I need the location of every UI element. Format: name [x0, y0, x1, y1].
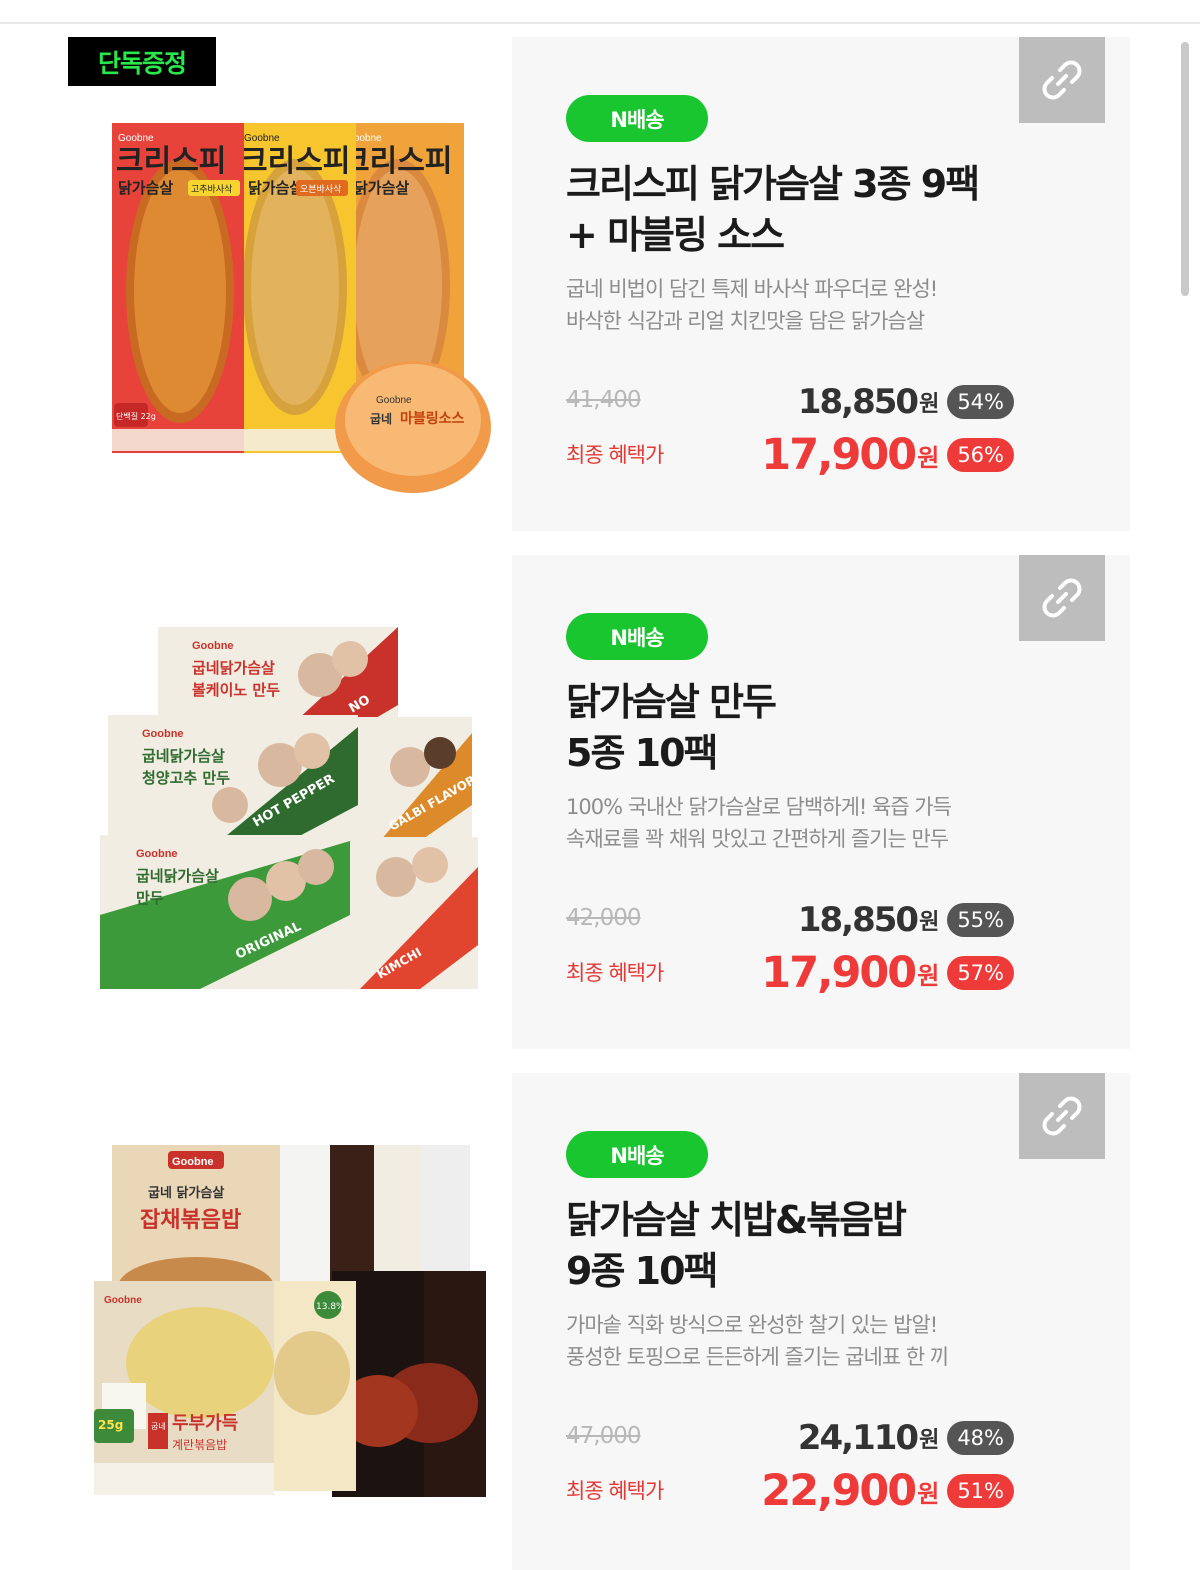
currency-unit: 원	[917, 443, 940, 472]
final-price-row: 17,900 원 56%	[761, 429, 1014, 481]
svg-text:닭가슴살: 닭가슴살	[248, 179, 303, 197]
desc-line: 가마솥 직화 방식으로 완성한 찰기 있는 밥알!	[566, 1313, 938, 1337]
top-divider	[0, 22, 1200, 24]
product-card[interactable]: 단독증정 Goobne 크리스피 닭가슴살 Goobne 크리스피 닭가슴살 오…	[0, 37, 1200, 531]
title-line: 9종 10팩	[566, 1249, 718, 1293]
product-description: 굽네 비법이 담긴 특제 바사삭 파우더로 완성! 바삭한 식감과 리얼 치킨맛…	[566, 273, 1086, 337]
product-image-crispy-chicken[interactable]: Goobne 크리스피 닭가슴살 Goobne 크리스피 닭가슴살 오븐바사삭 …	[80, 37, 510, 531]
final-price-label: 최종 혜택가	[566, 961, 664, 985]
currency-unit: 원	[917, 961, 940, 990]
svg-text:고추바사삭: 고추바사삭	[191, 184, 232, 195]
product-card[interactable]: Goobne 굽네닭가슴살 볼케이노 만두 NO GALBI FLAVOR Go…	[0, 555, 1200, 1049]
svg-text:굽네 닭가슴살: 굽네 닭가슴살	[148, 1185, 224, 1201]
product-image-chicken-dumplings[interactable]: Goobne 굽네닭가슴살 볼케이노 만두 NO GALBI FLAVOR Go…	[80, 555, 510, 1049]
final-price-row: 17,900 원 57%	[761, 947, 1014, 999]
svg-text:Goobne: Goobne	[118, 133, 154, 144]
svg-text:굽네: 굽네	[370, 411, 392, 426]
desc-line: 풍성한 토핑으로 든든하게 즐기는 굽네표 한 끼	[566, 1345, 949, 1369]
svg-text:Goobne: Goobne	[244, 133, 280, 144]
svg-text:오븐바사삭: 오븐바사삭	[300, 184, 341, 195]
svg-text:25g: 25g	[98, 1418, 123, 1432]
sale-price: 18,850	[797, 900, 919, 940]
sale-price: 24,110	[797, 1418, 919, 1458]
final-price: 17,900	[761, 948, 917, 998]
product-info-panel: N배송 닭가슴살 만두 5종 10팩 100% 국내산 닭가슴살로 담백하게! …	[512, 555, 1130, 1049]
svg-text:굽네닭가슴살: 굽네닭가슴살	[142, 747, 225, 765]
svg-text:볼케이노 만두: 볼케이노 만두	[192, 681, 280, 699]
svg-text:Goobne: Goobne	[142, 728, 184, 740]
sale-discount-badge: 48%	[947, 1421, 1014, 1455]
title-line: 5종 10팩	[566, 731, 718, 775]
desc-line: 바삭한 식감과 리얼 치킨맛을 담은 닭가슴살	[566, 309, 925, 333]
link-button[interactable]	[1019, 37, 1105, 123]
link-icon	[1042, 578, 1082, 618]
link-icon	[1042, 1096, 1082, 1136]
svg-text:굽네닭가슴살: 굽네닭가슴살	[192, 659, 275, 677]
title-line: 크리스피 닭가슴살 3종 9팩	[566, 162, 980, 206]
sale-discount-badge: 55%	[947, 903, 1014, 937]
sale-price-row: 18,850 원 54%	[798, 381, 1014, 423]
product-title[interactable]: 닭가슴살 치밥&볶음밥 9종 10팩	[566, 1195, 1086, 1297]
product-image-chicken-fried-rice[interactable]: Goobne 굽네 닭가슴살 잡채볶음밥 13.8% Goobne 25g 굽네…	[80, 1073, 510, 1567]
sale-price-row: 18,850 원 55%	[798, 899, 1014, 941]
svg-text:두부가득: 두부가득	[172, 1413, 238, 1434]
final-price-label: 최종 혜택가	[566, 1479, 664, 1503]
svg-text:Goobne: Goobne	[172, 1156, 214, 1168]
final-price-row: 22,900 원 51%	[761, 1465, 1014, 1517]
svg-text:Goobne: Goobne	[136, 848, 178, 860]
svg-text:Goobne: Goobne	[192, 640, 234, 652]
link-icon	[1042, 60, 1082, 100]
sale-discount-badge: 54%	[947, 385, 1014, 419]
final-price: 17,900	[761, 430, 917, 480]
svg-text:잡채볶음밥: 잡채볶음밥	[140, 1208, 241, 1233]
original-price: 47,000	[566, 1423, 641, 1449]
product-description: 100% 국내산 닭가슴살로 담백하게! 육즙 가득 속재료를 꽉 채워 맛있고…	[566, 791, 1086, 855]
currency-unit: 원	[917, 1479, 940, 1508]
svg-text:굽네닭가슴살: 굽네닭가슴살	[136, 867, 219, 885]
n-delivery-badge: N배송	[566, 1131, 708, 1178]
sale-price-row: 24,110 원 48%	[798, 1417, 1014, 1459]
product-title[interactable]: 크리스피 닭가슴살 3종 9팩 + 마블링 소스	[566, 159, 1086, 261]
svg-text:닭가슴살: 닭가슴살	[354, 179, 409, 197]
product-card[interactable]: Goobne 굽네 닭가슴살 잡채볶음밥 13.8% Goobne 25g 굽네…	[0, 1073, 1200, 1570]
n-delivery-badge: N배송	[566, 95, 708, 142]
currency-unit: 원	[919, 392, 940, 417]
title-line: 닭가슴살 만두	[566, 680, 777, 724]
title-line: 닭가슴살 치밥&볶음밥	[566, 1198, 907, 1242]
desc-line: 100% 국내산 닭가슴살로 담백하게! 육즙 가득	[566, 795, 952, 819]
svg-text:Goobne: Goobne	[104, 1295, 142, 1306]
original-price: 41,400	[566, 387, 641, 413]
svg-text:계란볶음밥: 계란볶음밥	[172, 1438, 227, 1452]
svg-text:Goobne: Goobne	[376, 395, 412, 406]
final-discount-badge: 51%	[947, 1474, 1014, 1508]
desc-line: 굽네 비법이 담긴 특제 바사삭 파우더로 완성!	[566, 277, 938, 301]
svg-text:굽네: 굽네	[151, 1422, 166, 1431]
product-info-panel: N배송 크리스피 닭가슴살 3종 9팩 + 마블링 소스 굽네 비법이 담긴 특…	[512, 37, 1130, 531]
svg-text:13.8%: 13.8%	[316, 1302, 345, 1312]
desc-line: 속재료를 꽉 채워 맛있고 간편하게 즐기는 만두	[566, 827, 949, 851]
title-line: + 마블링 소스	[566, 213, 785, 257]
final-price-label: 최종 혜택가	[566, 443, 664, 467]
link-button[interactable]	[1019, 555, 1105, 641]
svg-text:만두: 만두	[136, 889, 164, 907]
product-title[interactable]: 닭가슴살 만두 5종 10팩	[566, 677, 1086, 779]
product-description: 가마솥 직화 방식으로 완성한 찰기 있는 밥알! 풍성한 토핑으로 든든하게 …	[566, 1309, 1086, 1373]
final-discount-badge: 57%	[947, 956, 1014, 990]
original-price: 42,000	[566, 905, 641, 931]
currency-unit: 원	[919, 1428, 940, 1453]
svg-text:닭가슴살: 닭가슴살	[118, 179, 173, 197]
svg-text:청양고추 만두: 청양고추 만두	[142, 769, 230, 787]
svg-text:마블링소스: 마블링소스	[400, 410, 465, 427]
svg-text:크리스피: 크리스피	[240, 144, 350, 179]
currency-unit: 원	[919, 910, 940, 935]
svg-text:크리스피: 크리스피	[116, 144, 226, 179]
final-discount-badge: 56%	[947, 438, 1014, 472]
sale-price: 18,850	[797, 382, 919, 422]
svg-text:크리스피: 크리스피	[342, 144, 452, 179]
n-delivery-badge: N배송	[566, 613, 708, 660]
svg-text:단백질 22g: 단백질 22g	[116, 411, 156, 421]
final-price: 22,900	[761, 1466, 917, 1516]
link-button[interactable]	[1019, 1073, 1105, 1159]
product-info-panel: N배송 닭가슴살 치밥&볶음밥 9종 10팩 가마솥 직화 방식으로 완성한 찰…	[512, 1073, 1130, 1570]
